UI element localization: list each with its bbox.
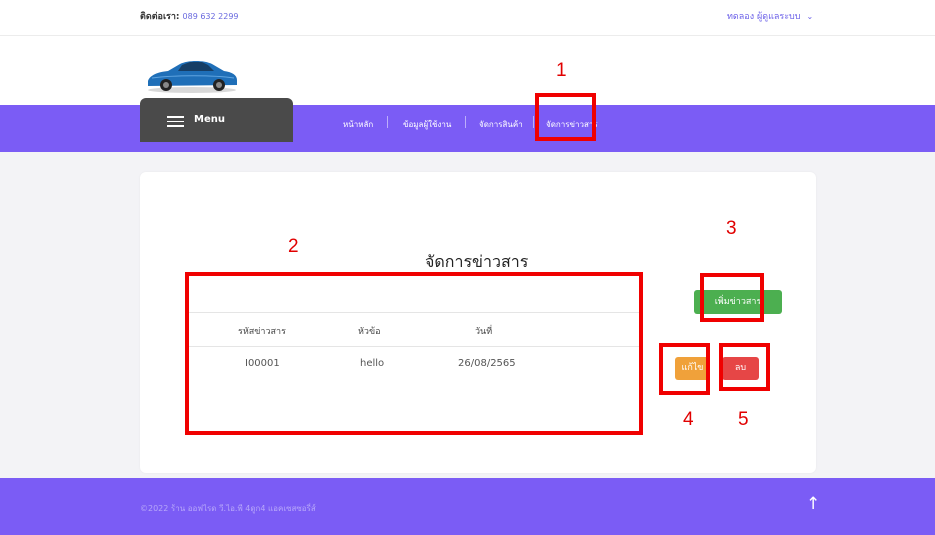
annotation-box-2 — [185, 272, 643, 435]
annotation-label-5: 5 — [738, 409, 749, 430]
nav-divider — [387, 116, 388, 128]
annotation-box-1 — [535, 93, 596, 141]
brand-area — [0, 36, 935, 105]
hamburger-icon — [167, 116, 184, 127]
nav-item-user-info[interactable]: ข้อมูลผู้ใช้งาน — [403, 118, 451, 131]
nav-item-manage-products[interactable]: จัดการสินค้า — [479, 118, 523, 131]
annotation-label-3: 3 — [726, 218, 737, 239]
annotation-label-4: 4 — [683, 409, 694, 430]
annotation-label-1: 1 — [556, 60, 567, 81]
user-name: ทดลอง ผู้ดูแลระบบ — [727, 12, 801, 22]
menu-label: Menu — [194, 114, 225, 125]
top-bar: ติดต่อเรา: 089 632 2299 ทดลอง ผู้ดูแลระบบ… — [0, 0, 935, 36]
nav-divider — [533, 116, 534, 128]
annotation-box-5 — [719, 343, 770, 391]
arrow-up-icon[interactable]: ↑ — [806, 494, 820, 514]
annotation-box-3 — [700, 273, 764, 322]
annotation-box-4 — [659, 343, 710, 395]
nav-item-home[interactable]: หน้าหลัก — [343, 118, 373, 131]
menu-button[interactable]: Menu — [140, 98, 293, 142]
contact-phone[interactable]: 089 632 2299 — [183, 12, 239, 21]
contact-label: ติดต่อเรา: — [140, 12, 180, 22]
chevron-down-icon: ⌄ — [806, 12, 814, 21]
annotation-label-2: 2 — [288, 236, 299, 257]
contact-info: ติดต่อเรา: 089 632 2299 — [140, 9, 239, 23]
car-logo[interactable] — [144, 53, 240, 95]
user-menu[interactable]: ทดลอง ผู้ดูแลระบบ ⌄ — [727, 9, 813, 23]
copyright-text: ©2022 ร้าน ออฟไรด วี.ไอ.พี 4ดูก4 แอคเซสซ… — [140, 504, 316, 513]
nav-divider — [465, 116, 466, 128]
